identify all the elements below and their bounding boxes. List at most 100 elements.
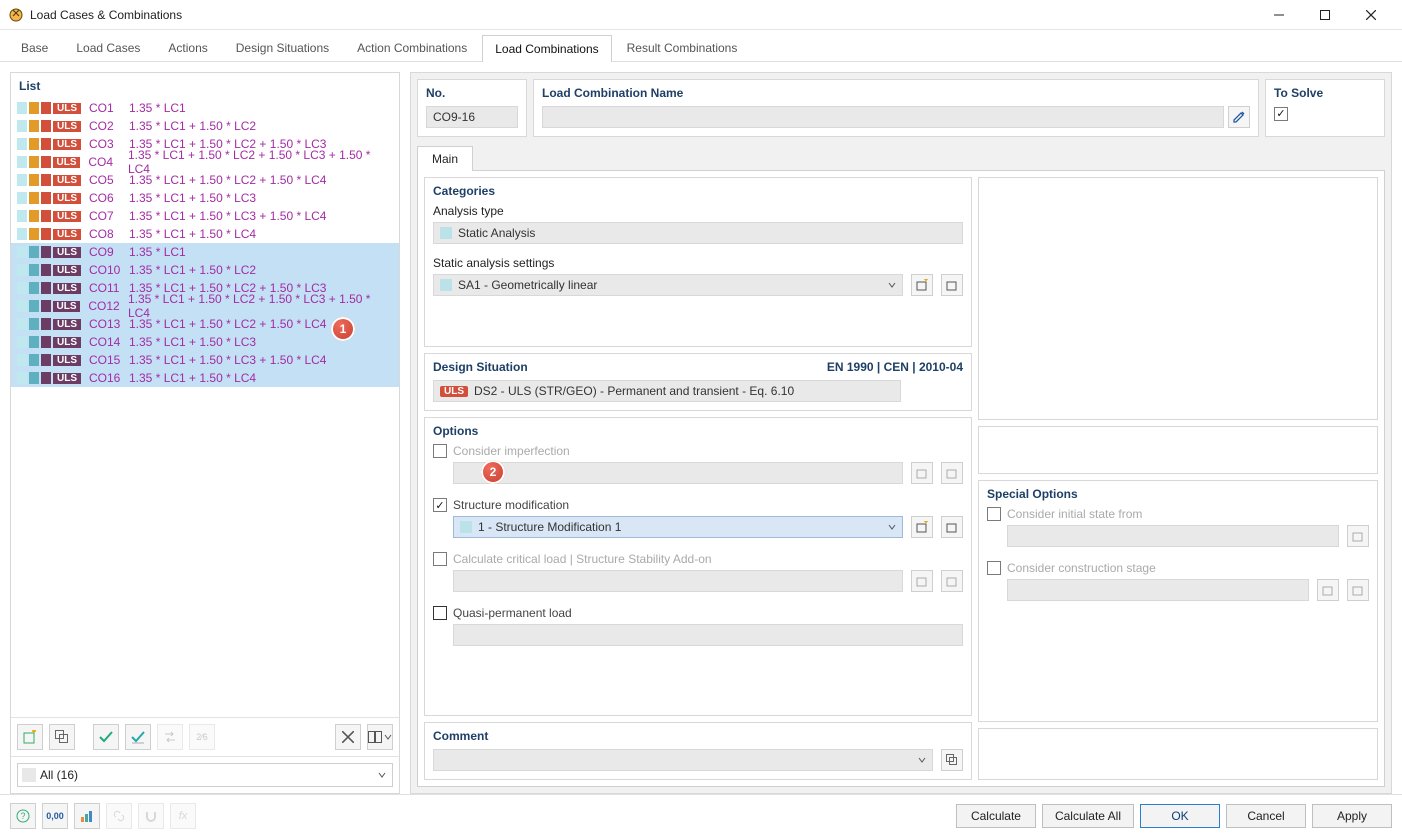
chart-button[interactable] (74, 803, 100, 829)
analysis-settings-select[interactable]: SA1 - Geometrically linear (433, 274, 903, 296)
structure-mod-new-button[interactable] (911, 516, 933, 538)
units-button[interactable]: 0,00 (42, 803, 68, 829)
footer-bar: ? 0,00 fx Calculate Calculate All OK Can… (0, 794, 1402, 836)
list-item[interactable]: ULSCO101.35 * LC1 + 1.50 * LC2 (11, 261, 399, 279)
ok-button[interactable]: OK (1140, 804, 1220, 828)
uls-badge: ULS (53, 157, 81, 168)
tab-actions[interactable]: Actions (155, 34, 220, 61)
categories-box: Categories Analysis type Static Analysis… (424, 177, 972, 347)
construction-stage-select[interactable] (1007, 579, 1309, 601)
calculate-button[interactable]: Calculate (956, 804, 1036, 828)
minimize-button[interactable] (1256, 0, 1302, 30)
structure-modification-select[interactable]: 1 - Structure Modification 1 (453, 516, 903, 538)
color-swatch (41, 372, 51, 384)
consider-imperfection-checkbox[interactable] (433, 444, 447, 458)
list-item[interactable]: ULSCO91.35 * LC1 (11, 243, 399, 261)
analysis-settings-label: Static analysis settings (433, 256, 963, 270)
combination-id: CO6 (89, 191, 129, 205)
color-swatch (29, 138, 39, 150)
tab-strip: BaseLoad CasesActionsDesign SituationsAc… (0, 30, 1402, 62)
options-box: Options Consider imperfection 2 (424, 417, 972, 716)
list-item[interactable]: ULS CO161.35 * LC1 + 1.50 * LC4 (11, 369, 399, 387)
delete-item-button[interactable] (335, 724, 361, 750)
inner-tab-main[interactable]: Main (417, 146, 473, 171)
construction-stage-checkbox[interactable] (987, 561, 1001, 575)
name-box: Load Combination Name (533, 79, 1259, 137)
tab-base[interactable]: Base (8, 34, 61, 61)
design-situation-field[interactable]: ULS DS2 - ULS (STR/GEO) - Permanent and … (433, 380, 901, 402)
critical-load-edit-button (941, 570, 963, 592)
quasi-permanent-checkbox[interactable] (433, 606, 447, 620)
comment-field[interactable] (433, 749, 933, 771)
combination-id: CO14 (89, 335, 129, 349)
settings-edit-button[interactable] (941, 274, 963, 296)
tab-action-combinations[interactable]: Action Combinations (344, 34, 480, 61)
color-swatch (29, 336, 39, 348)
list-item[interactable]: ULSCO41.35 * LC1 + 1.50 * LC2 + 1.50 * L… (11, 153, 399, 171)
apply-button[interactable]: Apply (1312, 804, 1392, 828)
imperfection-new-button (911, 462, 933, 484)
list-item[interactable]: ULSCO21.35 * LC1 + 1.50 * LC2 (11, 117, 399, 135)
combination-desc: 1.35 * LC1 + 1.50 * LC4 (129, 371, 256, 385)
settings-new-button[interactable] (911, 274, 933, 296)
copy-item-button[interactable] (49, 724, 75, 750)
to-solve-checkbox[interactable] (1274, 107, 1288, 121)
color-swatch (17, 156, 27, 168)
combination-desc: 1.35 * LC1 + 1.50 * LC2 (129, 119, 256, 133)
name-field[interactable] (542, 106, 1224, 128)
load-combination-list[interactable]: ULSCO11.35 * LC1ULSCO21.35 * LC1 + 1.50 … (11, 97, 399, 717)
uls-badge: ULS (53, 193, 81, 204)
combination-id: CO8 (89, 227, 129, 241)
uls-badge: ULS (53, 175, 81, 186)
combination-desc: 1.35 * LC1 + 1.50 * LC2 + 1.50 * LC3 + 1… (128, 148, 393, 176)
uncheck-all-button[interactable] (125, 724, 151, 750)
color-swatch (41, 156, 51, 168)
structure-mod-edit-button[interactable] (941, 516, 963, 538)
list-item[interactable]: ULSCO81.35 * LC1 + 1.50 * LC4 (11, 225, 399, 243)
help-button[interactable]: ? (10, 803, 36, 829)
tab-load-combinations[interactable]: Load Combinations (482, 35, 611, 62)
list-filter-bar: All (16) (11, 756, 399, 793)
imperfection-edit-button (941, 462, 963, 484)
critical-load-select[interactable] (453, 570, 903, 592)
initial-state-checkbox[interactable] (987, 507, 1001, 521)
check-all-button[interactable] (93, 724, 119, 750)
maximize-button[interactable] (1302, 0, 1348, 30)
list-filter-dropdown[interactable]: All (16) (17, 763, 393, 787)
color-swatch (41, 210, 51, 222)
tab-load-cases[interactable]: Load Cases (63, 34, 153, 61)
quasi-permanent-select[interactable] (453, 624, 963, 646)
color-swatch (41, 318, 51, 330)
cancel-button[interactable]: Cancel (1226, 804, 1306, 828)
color-swatch (17, 228, 27, 240)
comment-extra-button[interactable] (941, 749, 963, 771)
uls-badge: ULS (53, 373, 81, 384)
layout-toggle-button[interactable] (367, 724, 393, 750)
structure-modification-checkbox[interactable] (433, 498, 447, 512)
initial-state-label: Consider initial state from (1007, 507, 1142, 521)
combination-id: CO16 (89, 371, 129, 385)
list-item[interactable]: ULSCO11.35 * LC1 (11, 99, 399, 117)
combination-desc: 1.35 * LC1 + 1.50 * LC3 (129, 335, 256, 349)
swap-button (157, 724, 183, 750)
calculate-all-button[interactable]: Calculate All (1042, 804, 1134, 828)
list-item[interactable]: ULSCO71.35 * LC1 + 1.50 * LC3 + 1.50 * L… (11, 207, 399, 225)
close-button[interactable] (1348, 0, 1394, 30)
list-item[interactable]: ULSCO61.35 * LC1 + 1.50 * LC3 (11, 189, 399, 207)
list-item[interactable]: ULSCO151.35 * LC1 + 1.50 * LC3 + 1.50 * … (11, 351, 399, 369)
no-field[interactable]: CO9-16 (426, 106, 518, 128)
color-swatch (41, 192, 51, 204)
no-label: No. (426, 86, 518, 100)
analysis-type-select[interactable]: Static Analysis (433, 222, 963, 244)
critical-load-label: Calculate critical load | Structure Stab… (453, 552, 712, 566)
new-item-button[interactable] (17, 724, 43, 750)
initial-state-select[interactable] (1007, 525, 1339, 547)
list-item[interactable]: ULSCO121.35 * LC1 + 1.50 * LC2 + 1.50 * … (11, 297, 399, 315)
critical-load-checkbox[interactable] (433, 552, 447, 566)
edit-name-button[interactable] (1228, 106, 1250, 128)
consider-imperfection-select[interactable] (453, 462, 903, 484)
analysis-type-label: Analysis type (433, 204, 963, 218)
tab-result-combinations[interactable]: Result Combinations (614, 34, 751, 61)
tab-design-situations[interactable]: Design Situations (223, 34, 342, 61)
construction-stage-new-button (1317, 579, 1339, 601)
